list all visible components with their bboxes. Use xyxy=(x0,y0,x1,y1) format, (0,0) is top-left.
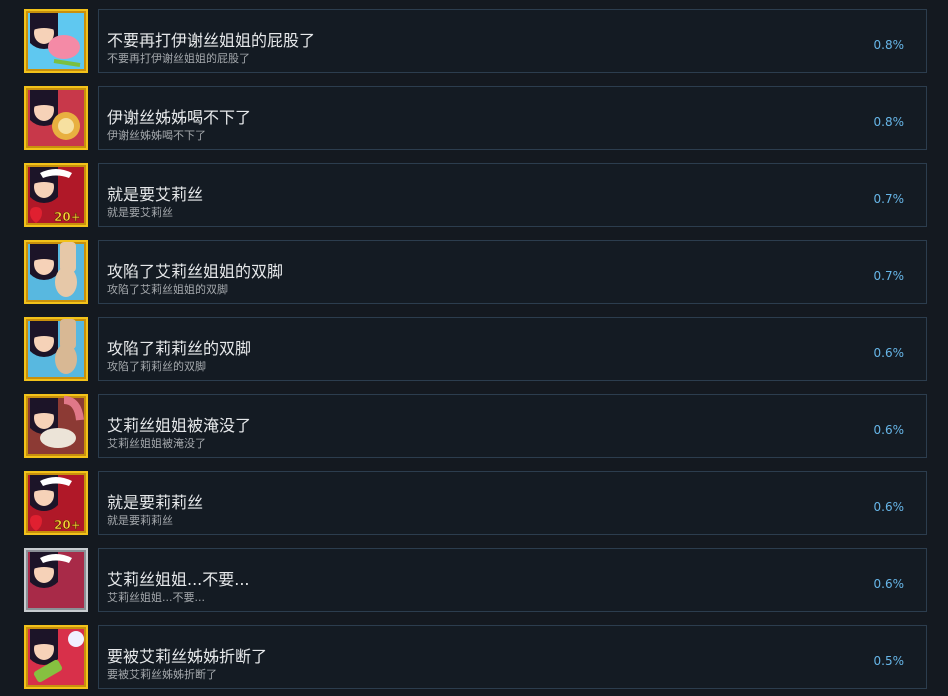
achievement-title: 就是要莉莉丝 xyxy=(107,493,204,512)
unlock-percentage: 0.6% xyxy=(873,577,905,591)
sister-drink-icon xyxy=(24,86,88,150)
achievement-card: 攻陷了艾莉丝姐姐的双脚 攻陷了艾莉丝姐姐的双脚 0.7% xyxy=(98,240,927,304)
achievement-row-5[interactable]: 攻陷了莉莉丝的双脚 攻陷了莉莉丝的双脚 0.6% xyxy=(24,317,928,383)
achievement-description: 不要再打伊谢丝姐姐的屁股了 xyxy=(107,52,250,65)
feet-icon xyxy=(24,317,88,381)
achievement-row-8[interactable]: 艾莉丝姐姐...不要... 艾莉丝姐姐...不要... 0.6% xyxy=(24,548,928,614)
achievement-title: 艾莉丝姐姐被淹没了 xyxy=(107,416,252,435)
unlock-percentage: 0.8% xyxy=(873,38,905,52)
achievement-title: 伊谢丝姊姊喝不下了 xyxy=(107,108,252,127)
achievement-card: 就是要艾莉丝 就是要艾莉丝 0.7% xyxy=(98,163,927,227)
achievement-row-2[interactable]: 伊谢丝姊姊喝不下了 伊谢丝姊姊喝不下了 0.8% xyxy=(24,86,928,152)
achievement-row-3[interactable]: 20+ 就是要艾莉丝 就是要艾莉丝 0.7% xyxy=(24,163,928,229)
broken-icon xyxy=(24,625,88,689)
achievement-card: 就是要莉莉丝 就是要莉莉丝 0.6% xyxy=(98,471,927,535)
heart-20-plus-icon: 20+ xyxy=(24,163,88,227)
unlock-percentage: 0.6% xyxy=(873,346,905,360)
unlock-percentage: 0.7% xyxy=(873,192,905,206)
achievement-row-6[interactable]: 艾莉丝姐姐被淹没了 艾莉丝姐姐被淹没了 0.6% xyxy=(24,394,928,460)
achievement-description: 就是要莉莉丝 xyxy=(107,514,173,527)
achievement-row-4[interactable]: 攻陷了艾莉丝姐姐的双脚 攻陷了艾莉丝姐姐的双脚 0.7% xyxy=(24,240,928,306)
achievement-card: 伊谢丝姊姊喝不下了 伊谢丝姊姊喝不下了 0.8% xyxy=(98,86,927,150)
achievement-title: 要被艾莉丝姊姊折断了 xyxy=(107,647,268,666)
achievement-description: 伊谢丝姊姊喝不下了 xyxy=(107,129,206,142)
achievement-description: 攻陷了艾莉丝姐姐的双脚 xyxy=(107,283,228,296)
heart-20-plus-icon: 20+ xyxy=(24,471,88,535)
unlock-percentage: 0.6% xyxy=(873,423,905,437)
achievement-description: 攻陷了莉莉丝的双脚 xyxy=(107,360,206,373)
achievement-title: 艾莉丝姐姐...不要... xyxy=(107,570,250,589)
achievement-card: 艾莉丝姐姐被淹没了 艾莉丝姐姐被淹没了 0.6% xyxy=(98,394,927,458)
achievement-description: 就是要艾莉丝 xyxy=(107,206,173,219)
svg-text:20+: 20+ xyxy=(54,210,81,224)
drowned-icon xyxy=(24,394,88,458)
achievement-description: 艾莉丝姐姐被淹没了 xyxy=(107,437,206,450)
achievement-title: 就是要艾莉丝 xyxy=(107,185,204,204)
achievement-card: 艾莉丝姐姐...不要... 艾莉丝姐姐...不要... 0.6% xyxy=(98,548,927,612)
achievement-description: 艾莉丝姐姐...不要... xyxy=(107,591,205,604)
achievement-title: 不要再打伊谢丝姐姐的屁股了 xyxy=(107,31,316,50)
achievement-card: 不要再打伊谢丝姐姐的屁股了 不要再打伊谢丝姐姐的屁股了 0.8% xyxy=(98,9,927,73)
maid-icon xyxy=(24,548,88,612)
achievement-description: 要被艾莉丝姊姊折断了 xyxy=(107,668,217,681)
unlock-percentage: 0.7% xyxy=(873,269,905,283)
unlock-percentage: 0.6% xyxy=(873,500,905,514)
achievement-row-1[interactable]: 不要再打伊谢丝姐姐的屁股了 不要再打伊谢丝姐姐的屁股了 0.8% xyxy=(24,9,928,75)
achievement-title: 攻陷了艾莉丝姐姐的双脚 xyxy=(107,262,284,281)
feet-icon xyxy=(24,240,88,304)
sister-spank-icon xyxy=(24,9,88,73)
achievement-title: 攻陷了莉莉丝的双脚 xyxy=(107,339,252,358)
unlock-percentage: 0.5% xyxy=(873,654,905,668)
achievement-row-7[interactable]: 20+ 就是要莉莉丝 就是要莉莉丝 0.6% xyxy=(24,471,928,537)
achievement-row-9[interactable]: 要被艾莉丝姊姊折断了 要被艾莉丝姊姊折断了 0.5% xyxy=(24,625,928,691)
achievement-card: 要被艾莉丝姊姊折断了 要被艾莉丝姊姊折断了 0.5% xyxy=(98,625,927,689)
achievement-card: 攻陷了莉莉丝的双脚 攻陷了莉莉丝的双脚 0.6% xyxy=(98,317,927,381)
achievement-list: 不要再打伊谢丝姐姐的屁股了 不要再打伊谢丝姐姐的屁股了 0.8% 伊谢丝姊姊喝不… xyxy=(0,0,948,696)
unlock-percentage: 0.8% xyxy=(873,115,905,129)
svg-text:20+: 20+ xyxy=(54,518,81,532)
